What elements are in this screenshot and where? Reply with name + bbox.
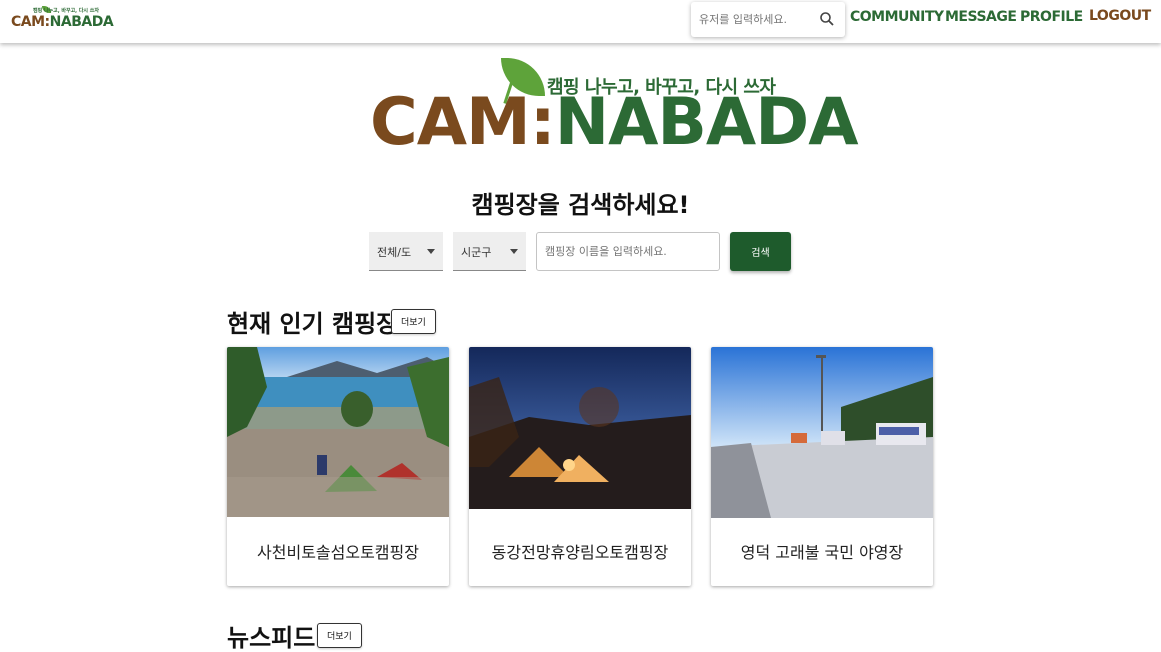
header-logo-tagline: 캠핑 나누고, 바꾸고, 다시 쓰자 [33, 8, 99, 14]
nav-logout[interactable]: LOGOUT [1089, 8, 1151, 24]
user-search-input[interactable] [691, 2, 815, 37]
newsfeed-section-title: 뉴스피드 [227, 624, 316, 652]
campsite-name-input[interactable] [536, 232, 720, 271]
campsite-photo [711, 347, 933, 518]
main-logo: 캠핑 나누고, 바꾸고, 다시 쓰자 CAM:NABADA [370, 58, 859, 160]
popular-section-title: 현재 인기 캠핑장 [227, 310, 399, 338]
campsite-name: 사천비토솔섬오토캠핑장 [257, 543, 419, 562]
city-select[interactable]: 시군구 [453, 232, 526, 271]
nav-message[interactable]: MESSAGE [945, 9, 1017, 25]
search-button[interactable]: 검색 [730, 232, 791, 271]
province-select[interactable]: 전체/도 [369, 232, 443, 271]
campsite-name: 동강전망휴양림오토캠핑장 [491, 543, 669, 562]
nav-profile[interactable]: PROFILE [1020, 9, 1083, 25]
campsite-card[interactable]: 사천비토솔섬오토캠핑장 [227, 347, 449, 586]
campsite-name: 영덕 고래불 국민 야영장 [740, 543, 904, 562]
user-search-box [691, 2, 845, 37]
campsite-card[interactable]: 동강전망휴양림오토캠핑장 [469, 347, 691, 586]
campsite-photo [469, 347, 691, 509]
popular-more-button[interactable]: 더보기 [391, 309, 436, 334]
header-logo[interactable]: 캠핑 나누고, 바꾸고, 다시 쓰자 CAM:NABADA [11, 6, 114, 30]
main-logo-wordmark: CAM:NABADA [370, 85, 859, 160]
top-header: 캠핑 나누고, 바꾸고, 다시 쓰자 CAM:NABADA COMMUNITY … [0, 0, 1161, 43]
campsite-card[interactable]: 영덕 고래불 국민 야영장 [711, 347, 933, 586]
campsite-photo [227, 347, 449, 517]
page-title: 캠핑장을 검색하세요! [471, 191, 690, 219]
newsfeed-more-button[interactable]: 더보기 [317, 623, 362, 648]
caret-down-icon [510, 249, 518, 254]
nav-community[interactable]: COMMUNITY [850, 9, 944, 25]
city-select-value: 시군구 [461, 246, 492, 259]
province-select-value: 전체/도 [377, 246, 412, 259]
search-icon[interactable] [819, 11, 835, 27]
header-logo-wordmark: CAM:NABADA [11, 14, 114, 30]
caret-down-icon [427, 249, 435, 254]
